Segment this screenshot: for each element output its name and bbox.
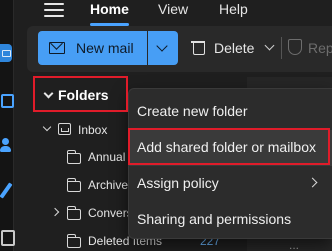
tab-view[interactable]: View <box>158 1 188 17</box>
folder-icon <box>66 178 81 192</box>
menu-item-label: Create new folder <box>137 103 248 119</box>
inbox-icon <box>58 123 71 135</box>
menu-item-assign-policy[interactable]: Assign policy <box>129 166 332 202</box>
mail-icon[interactable] <box>0 44 12 62</box>
hamburger-icon[interactable] <box>44 3 64 17</box>
menu-item-label: Assign policy <box>137 175 219 191</box>
menu-item-sharing-and-permissions[interactable]: Sharing and permissions <box>129 202 332 238</box>
shield-icon <box>288 39 302 55</box>
chevron-right-icon <box>307 177 318 188</box>
folder-icon <box>66 150 81 164</box>
new-mail-label: New mail <box>76 40 134 56</box>
menu-item-label: Sharing and permissions <box>137 211 292 227</box>
ribbon-divider <box>281 37 282 59</box>
trash-icon <box>191 39 205 55</box>
calendar-icon[interactable] <box>0 91 14 109</box>
folder-icon <box>66 234 81 248</box>
chevron-down-icon <box>156 40 168 52</box>
new-mail-button[interactable]: New mail <box>38 31 147 65</box>
delete-label: Delete <box>214 40 255 56</box>
folder-label: Inbox <box>78 123 108 137</box>
folder-label: Convers <box>88 206 133 220</box>
chevron-right-icon[interactable] <box>50 207 60 217</box>
message-list-peek-text: ... <box>289 238 300 251</box>
highlight-box-folders <box>33 76 128 112</box>
tab-help[interactable]: Help <box>219 1 248 17</box>
report-label: Rep <box>308 40 332 56</box>
menu-item-create-new-folder[interactable]: Create new folder <box>129 94 332 130</box>
folder-icon <box>66 206 81 220</box>
folder-label: Annual <box>88 150 126 164</box>
folder-label: Archive <box>88 178 129 192</box>
chevron-down-icon[interactable] <box>42 122 52 132</box>
new-mail-dropdown-button[interactable] <box>148 31 178 65</box>
highlight-box-add-shared-folder <box>128 128 330 165</box>
tab-home[interactable]: Home <box>90 1 129 26</box>
envelope-icon <box>49 42 65 54</box>
